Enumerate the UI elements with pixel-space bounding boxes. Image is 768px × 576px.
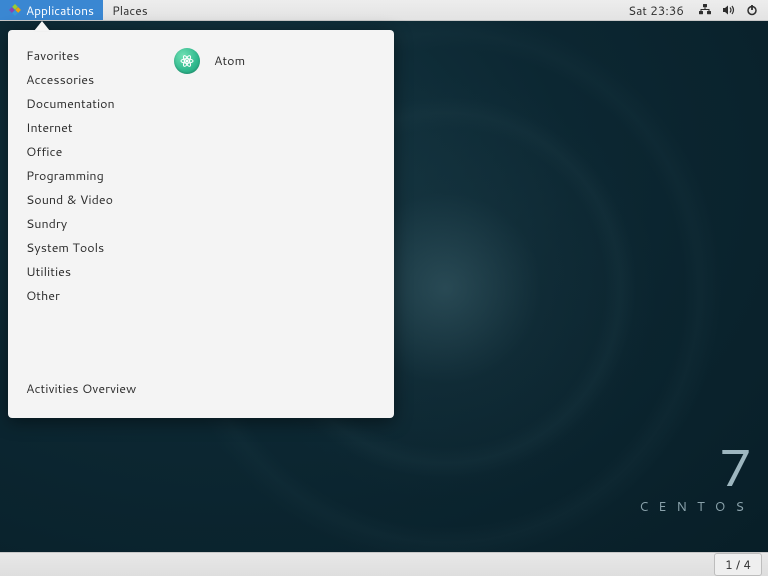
distro-version: 7 — [639, 440, 754, 492]
bottom-panel: 1 / 4 — [0, 552, 768, 576]
menu-arrow — [34, 21, 50, 31]
applications-menu-popup: Favorites Accessories Documentation Inte… — [8, 30, 394, 418]
system-tray — [688, 0, 768, 20]
atom-icon — [174, 48, 200, 74]
workspace-switcher[interactable]: 1 / 4 — [714, 553, 762, 576]
places-menu-button[interactable]: Places — [103, 0, 157, 20]
menu-categories-list: Favorites Accessories Documentation Inte… — [8, 44, 158, 377]
category-utilities[interactable]: Utilities — [8, 260, 158, 284]
menu-apps-pane: Atom — [158, 30, 394, 418]
category-system-tools[interactable]: System Tools — [8, 236, 158, 260]
clock-text: Sat 23:36 — [628, 2, 684, 19]
distro-name: CENTOS — [639, 498, 754, 516]
category-sound-video[interactable]: Sound & Video — [8, 188, 158, 212]
category-sundry[interactable]: Sundry — [8, 212, 158, 236]
places-menu-label: Places — [112, 2, 148, 19]
network-icon[interactable] — [698, 4, 712, 16]
category-internet[interactable]: Internet — [8, 116, 158, 140]
power-icon[interactable] — [746, 4, 758, 16]
distro-branding: 7 CENTOS — [639, 440, 754, 516]
category-other[interactable]: Other — [8, 284, 158, 308]
centos-logo-icon — [9, 4, 21, 16]
category-accessories[interactable]: Accessories — [8, 68, 158, 92]
category-programming[interactable]: Programming — [8, 164, 158, 188]
category-favorites[interactable]: Favorites — [8, 44, 158, 68]
activities-overview-button[interactable]: Activities Overview — [8, 377, 158, 408]
volume-icon[interactable] — [722, 4, 736, 16]
app-item-label: Atom — [214, 52, 245, 70]
applications-menu-button[interactable]: Applications — [0, 0, 103, 20]
workspace-indicator: 1 / 4 — [725, 556, 751, 573]
menu-categories-pane: Favorites Accessories Documentation Inte… — [8, 30, 158, 418]
app-item-atom[interactable]: Atom — [166, 42, 386, 80]
clock[interactable]: Sat 23:36 — [619, 0, 688, 20]
category-documentation[interactable]: Documentation — [8, 92, 158, 116]
top-panel: Applications Places Sat 23:36 — [0, 0, 768, 21]
category-office[interactable]: Office — [8, 140, 158, 164]
applications-menu-label: Applications — [26, 2, 94, 19]
